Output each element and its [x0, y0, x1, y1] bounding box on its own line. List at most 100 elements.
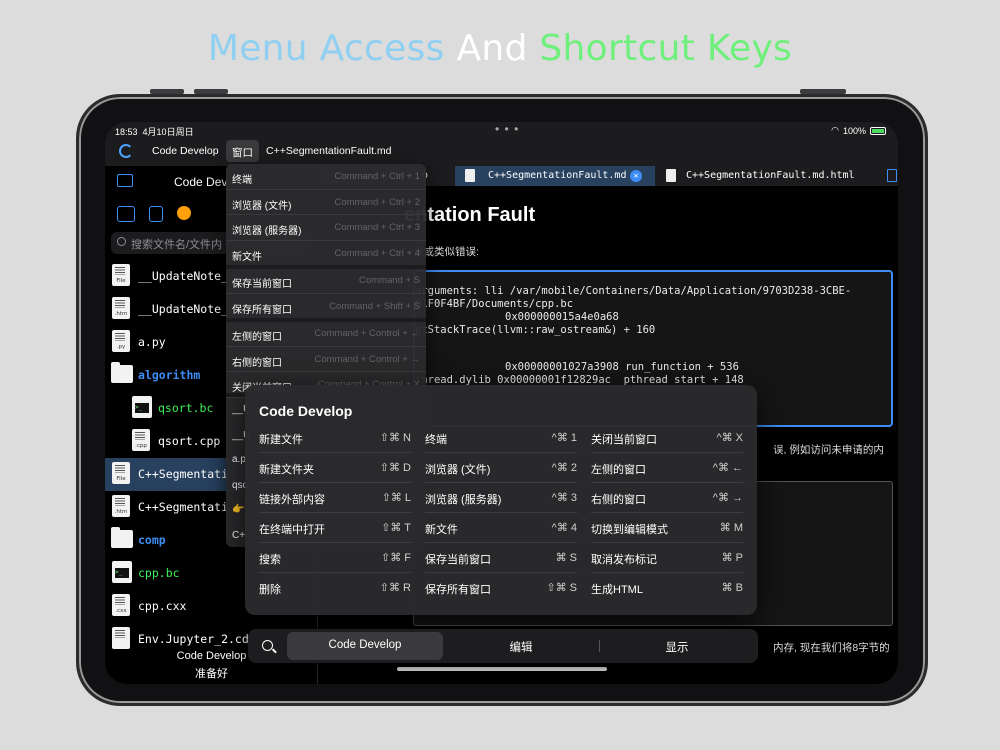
shortcut-terminal[interactable]: 终端 ^⌘ 1: [425, 423, 577, 453]
app-menu[interactable]: Code Develop: [152, 145, 219, 157]
file-icon: .cxx: [112, 594, 130, 616]
shortcut-delete[interactable]: 删除 ⇧⌘ R: [259, 573, 411, 603]
folder-icon: [111, 527, 133, 548]
folder-name: algorithm: [138, 368, 201, 382]
menu-item-terminal[interactable]: 终端 Command + Ctrl + 1: [226, 164, 426, 190]
shortcut-save-all[interactable]: 保存所有窗口 ⇧⌘ S: [425, 573, 577, 603]
search-icon: [117, 237, 126, 246]
shortcut-overlay: Code Develop 新建文件 ⇧⌘ N 新建文件夹 ⇧⌘ D 链接外部内容 ⇧⌘…: [245, 385, 757, 615]
shortcut-new-file[interactable]: 新建文件 ⇧⌘ N: [259, 423, 411, 453]
home-indicator[interactable]: [397, 667, 607, 671]
search-icon[interactable]: [262, 640, 273, 651]
file-name: cpp.bc: [138, 566, 180, 580]
file-name: cpp.cxx: [138, 599, 187, 613]
file-name: __UpdateNote_: [138, 269, 229, 283]
menu-item-fragment: C+: [232, 530, 246, 541]
file-icon: [112, 627, 130, 649]
sidebar-actions: [117, 206, 191, 222]
tab-segfault-html[interactable]: C++SegmentationFault.md.html: [658, 166, 883, 186]
tab-segfault-md[interactable]: C++SegmentationFault.md ✕: [455, 166, 655, 186]
battery-icon: [870, 126, 886, 135]
footer-status: 准备好: [195, 668, 228, 680]
file-name: __UpdateNote_: [138, 302, 229, 316]
menu-item-save-current[interactable]: 保存当前窗口 Command + S: [226, 268, 426, 294]
power-button: [800, 89, 846, 94]
shortcut-new-doc[interactable]: 新文件 ^⌘ 4: [425, 513, 577, 543]
shortcut-link-external[interactable]: 链接外部内容 ⇧⌘ L: [259, 483, 411, 513]
file-icon: [465, 169, 475, 182]
shortcut-generate-html[interactable]: 生成HTML ⌘ B: [591, 573, 743, 603]
file-icon: .htm: [112, 297, 130, 319]
file-icon: File: [112, 462, 130, 484]
sidebar-title: Code Dev: [174, 175, 228, 189]
document-icon[interactable]: [887, 169, 897, 182]
code-line: 0x000000015a4e0a68: [505, 311, 619, 323]
headline-part1: Menu Access: [207, 28, 445, 69]
bottom-tab-view[interactable]: 显示: [599, 632, 755, 660]
menu-item-new-file[interactable]: 新文件 Command + Ctrl + 4: [226, 241, 426, 266]
doc-text: 误, 例如访问未申请的内: [773, 444, 884, 456]
sidebar-toggle-icon[interactable]: [117, 174, 133, 187]
terminal-file-icon: [112, 561, 132, 583]
shortcut-new-folder[interactable]: 新建文件夹 ⇧⌘ D: [259, 453, 411, 483]
shortcut-save-current[interactable]: 保存当前窗口 ⌘ S: [425, 543, 577, 573]
status-time: 18:53 4月10日周日: [115, 127, 194, 137]
headline-part2: And: [456, 28, 528, 69]
menu-item-right-window[interactable]: 右侧的窗口 Command + Control + →: [226, 347, 426, 372]
multitask-dots[interactable]: • • •: [495, 122, 519, 136]
shortcut-open-terminal[interactable]: 在终端中打开 ⇧⌘ T: [259, 513, 411, 543]
file-icon: .cpp: [132, 429, 150, 451]
volume-button: [150, 89, 184, 94]
menu-item-browser-file[interactable]: 浏览器 (文件) Command + Ctrl + 2: [226, 190, 426, 215]
file-name: C++Segmentati: [138, 467, 229, 481]
code-line: 01F0F4BF/Documents/cpp.bc: [415, 298, 574, 310]
bottom-tab-app[interactable]: Code Develop: [287, 632, 443, 660]
terminal-file-icon: [132, 396, 152, 418]
menu-item-fragment: a.p: [232, 454, 246, 465]
file-name: qsort.cpp: [158, 434, 221, 448]
menu-item-save-all[interactable]: 保存所有窗口 Command + Shift + S: [226, 294, 426, 319]
file-icon: .htm: [112, 495, 130, 517]
shortcut-browser-file[interactable]: 浏览器 (文件) ^⌘ 2: [425, 453, 577, 483]
volume-button-2: [194, 89, 228, 94]
status-bar: 18:53 4月10日周日 • • • ◠ 100%: [105, 122, 898, 140]
wifi-icon: ◠: [831, 125, 839, 135]
bottom-tab-edit[interactable]: 编辑: [443, 632, 599, 660]
close-tab-icon[interactable]: ✕: [630, 170, 642, 182]
battery-percent: 100%: [842, 125, 866, 136]
shortcut-browser-server[interactable]: 浏览器 (服务器) ^⌘ 3: [425, 483, 577, 513]
code-line: arguments: lli /var/mobile/Containers/Da…: [415, 285, 852, 297]
file-search-placeholder: 搜索文件名/文件内: [131, 239, 223, 251]
headline-part3: Shortcut Keys: [539, 28, 793, 69]
shortcut-unpublish[interactable]: 取消发布标记 ⌘ P: [591, 543, 743, 573]
file-name: a.py: [138, 335, 166, 349]
menu-item-browser-server[interactable]: 浏览器 (服务器) Command + Ctrl + 3: [226, 215, 426, 241]
document-title: C++SegmentationFault.md: [266, 145, 392, 157]
file-icon: .py: [112, 330, 130, 352]
menu-item-left-window[interactable]: 左侧的窗口 Command + Control + ←: [226, 321, 426, 347]
shortcut-left-window[interactable]: 左侧的窗口 ^⌘ ←: [591, 453, 743, 483]
refresh-icon[interactable]: [119, 144, 133, 158]
new-folder-icon[interactable]: [117, 206, 135, 222]
pointer-icon: 👉: [232, 504, 245, 515]
window-menu[interactable]: 窗口: [232, 145, 253, 160]
doc-text: 内存, 现在我们将8字节的: [773, 642, 890, 654]
toolbar: Code Develop 窗口 C++SegmentationFault.md: [105, 140, 898, 166]
status-right: ◠ 100%: [831, 125, 886, 136]
code-line: 0x00000001027a3908 run_function + 536: [505, 361, 739, 373]
storage-icon[interactable]: [177, 206, 191, 220]
code-line: ntStackTrace(llvm::raw_ostream&) + 160: [415, 324, 656, 336]
new-file-icon[interactable]: [149, 206, 163, 222]
folder-name: comp: [138, 533, 166, 547]
folder-icon: [111, 362, 133, 383]
file-name: C++Segmentati: [138, 500, 229, 514]
shortcut-search[interactable]: 搜索 ⇧⌘ F: [259, 543, 411, 573]
headline: Menu Access And Shortcut Keys: [0, 28, 1000, 69]
overlay-title: Code Develop: [259, 403, 353, 419]
file-name: Env.Jupyter_2.cd: [138, 632, 249, 646]
shortcut-close-window[interactable]: 关闭当前窗口 ^⌘ X: [591, 423, 743, 453]
file-icon: File: [112, 264, 130, 286]
file-name: qsort.bc: [158, 401, 214, 415]
shortcut-edit-mode[interactable]: 切换到编辑模式 ⌘ M: [591, 513, 743, 543]
shortcut-right-window[interactable]: 右侧的窗口 ^⌘ →: [591, 483, 743, 513]
